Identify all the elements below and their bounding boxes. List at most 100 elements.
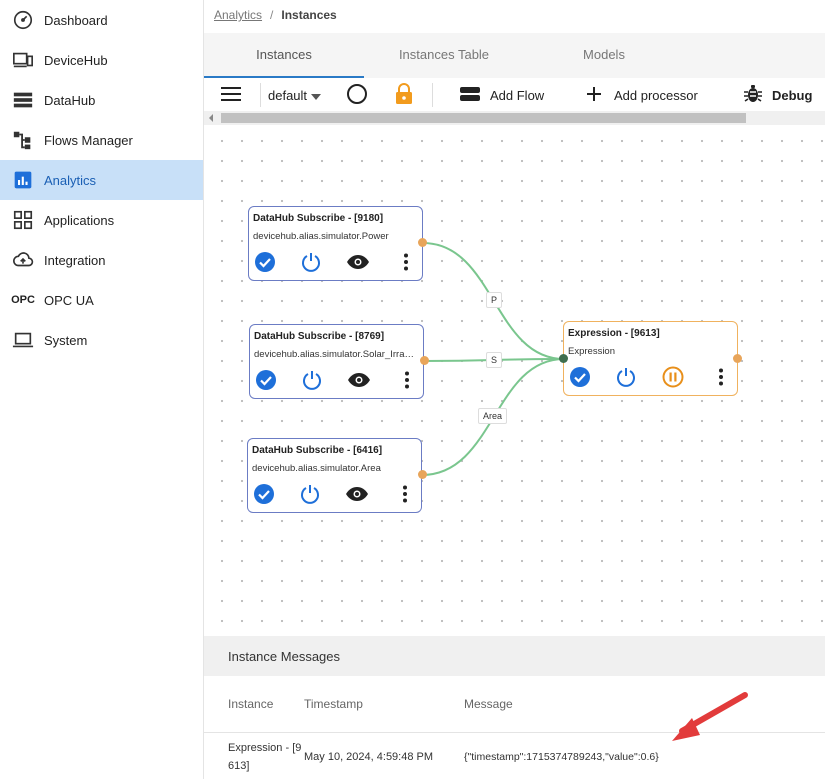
add-flow-label: Add Flow xyxy=(490,87,545,103)
breadcrumb-analytics-link[interactable]: Analytics xyxy=(214,8,262,22)
scroll-thumb[interactable] xyxy=(221,113,746,123)
column-header-instance: Instance xyxy=(228,697,274,711)
hamburger-menu-button[interactable] xyxy=(220,79,242,111)
main-content: Analytics / Instances Instances Instances … xyxy=(204,0,825,779)
node-power-button[interactable] xyxy=(300,370,324,394)
node-title: DataHub Subscribe - [8769] xyxy=(254,331,385,342)
column-header-timestamp: Timestamp xyxy=(304,697,363,711)
flow-tree-icon xyxy=(11,128,35,152)
node-more-button[interactable] xyxy=(709,367,733,391)
node-input-port[interactable] xyxy=(559,354,568,363)
sidebar-item-dashboard[interactable]: Dashboard xyxy=(0,0,203,40)
add-processor-label: Add processor xyxy=(614,87,698,103)
sidebar-item-label: OPC UA xyxy=(44,292,94,308)
tab-instances[interactable]: Instances xyxy=(204,33,364,78)
node-status-check-button[interactable] xyxy=(254,369,278,396)
node-output-port[interactable] xyxy=(733,354,742,363)
sidebar-item-label: Flows Manager xyxy=(44,132,133,148)
node-power-button[interactable] xyxy=(298,484,322,508)
node-more-button[interactable] xyxy=(393,484,417,508)
eye-icon xyxy=(345,486,369,507)
breadcrumb-current: Instances xyxy=(281,8,337,22)
node-output-port[interactable] xyxy=(418,470,427,479)
node-power-button[interactable] xyxy=(299,252,323,276)
devices-icon xyxy=(11,48,35,72)
node-status-check-button[interactable] xyxy=(568,366,592,393)
node-subtitle: devicehub.alias.simulator.Power xyxy=(253,231,389,242)
sidebar-item-flows-manager[interactable]: Flows Manager xyxy=(0,120,203,160)
check-circle-icon xyxy=(254,251,276,278)
tab-models[interactable]: Models xyxy=(524,33,684,78)
more-vertical-icon xyxy=(402,485,408,508)
flow-canvas[interactable]: P S Area DataHub Subscribe - [9180] devi… xyxy=(204,125,825,636)
analytics-chart-icon xyxy=(11,168,35,192)
flow-node-datahub-9180[interactable]: DataHub Subscribe - [9180] devicehub.ali… xyxy=(248,206,423,281)
scroll-left-arrow-icon[interactable] xyxy=(209,114,213,122)
toolbar-divider xyxy=(432,83,433,107)
debug-button[interactable]: Debug xyxy=(744,79,812,111)
sidebar-item-label: Analytics xyxy=(44,172,97,188)
node-status-check-button[interactable] xyxy=(253,251,277,278)
sidebar-item-label: Integration xyxy=(44,252,106,268)
sidebar-item-analytics[interactable]: Analytics xyxy=(0,160,203,200)
node-output-port[interactable] xyxy=(420,356,429,365)
sidebar-item-label: Applications xyxy=(44,212,115,228)
cell-timestamp: May 10, 2024, 4:59:48 PM xyxy=(304,751,434,763)
node-view-button[interactable] xyxy=(345,484,369,508)
sidebar-item-opc-ua[interactable]: OPC OPC UA xyxy=(0,280,203,320)
cell-instance-line1: Expression - [9 xyxy=(228,742,302,754)
node-view-button[interactable] xyxy=(346,252,370,276)
add-processor-button[interactable]: Add processor xyxy=(586,79,698,111)
opc-text-icon: OPC xyxy=(11,294,35,306)
caret-down-icon xyxy=(311,88,322,103)
node-output-port[interactable] xyxy=(418,238,427,247)
sidebar-item-integration[interactable]: Integration xyxy=(0,240,203,280)
pause-circle-icon xyxy=(662,366,684,393)
laptop-icon xyxy=(11,328,35,352)
more-vertical-icon xyxy=(403,253,409,276)
circle-outline-icon xyxy=(346,83,368,108)
more-vertical-icon xyxy=(718,368,724,391)
node-title: DataHub Subscribe - [6416] xyxy=(252,445,383,456)
sidebar-item-label: Dashboard xyxy=(44,12,108,28)
edge-label-p: P xyxy=(486,292,503,308)
sidebar-item-label: System xyxy=(44,332,88,348)
sidebar-item-devicehub[interactable]: DeviceHub xyxy=(0,40,203,80)
node-subtitle: devicehub.alias.simulator.Area xyxy=(252,463,381,474)
messages-title: Instance Messages xyxy=(228,649,341,664)
sidebar-item-label: DataHub xyxy=(44,92,96,108)
sidebar-item-datahub[interactable]: DataHub xyxy=(0,80,203,120)
check-circle-icon xyxy=(255,369,277,396)
check-circle-icon xyxy=(569,366,591,393)
node-pause-button[interactable] xyxy=(661,366,685,393)
sidebar-item-system[interactable]: System xyxy=(0,320,203,360)
status-circle-button[interactable] xyxy=(346,79,368,111)
flow-select-dropdown[interactable]: default xyxy=(268,79,330,111)
horizontal-scrollbar[interactable] xyxy=(204,111,825,125)
cell-instance-line2: 613] xyxy=(228,760,250,772)
node-power-button[interactable] xyxy=(614,367,638,391)
sidebar-item-applications[interactable]: Applications xyxy=(0,200,203,240)
node-status-check-button[interactable] xyxy=(252,483,276,508)
flow-node-datahub-8769[interactable]: DataHub Subscribe - [8769] devicehub.ali… xyxy=(249,324,424,399)
toolbar: default Add Flow Add processor Debug xyxy=(204,79,825,112)
node-more-button[interactable] xyxy=(395,370,419,394)
edge-label-area: Area xyxy=(478,408,508,424)
debug-label: Debug xyxy=(772,87,813,103)
flow-node-datahub-6416[interactable]: DataHub Subscribe - [6416] devicehub.ali… xyxy=(247,438,422,513)
storage-stack-icon xyxy=(11,88,35,112)
add-flow-button[interactable]: Add Flow xyxy=(460,79,544,111)
power-icon xyxy=(300,251,322,278)
dashboard-gauge-icon xyxy=(11,8,35,32)
lock-button[interactable] xyxy=(395,79,413,111)
node-more-button[interactable] xyxy=(394,252,418,276)
cell-message: {"timestamp":1715374789243,"value":0.6} xyxy=(464,751,659,763)
apps-grid-icon xyxy=(11,208,35,232)
flow-node-expression-9613[interactable]: Expression - [9613] Expression xyxy=(563,321,738,396)
node-title: Expression - [9613] xyxy=(568,328,660,339)
edge-label-s: S xyxy=(486,352,503,368)
bug-icon xyxy=(744,84,762,107)
tab-bar: Instances Instances Table Models xyxy=(204,33,825,78)
tab-instances-table[interactable]: Instances Table xyxy=(364,33,524,78)
node-view-button[interactable] xyxy=(347,370,371,394)
